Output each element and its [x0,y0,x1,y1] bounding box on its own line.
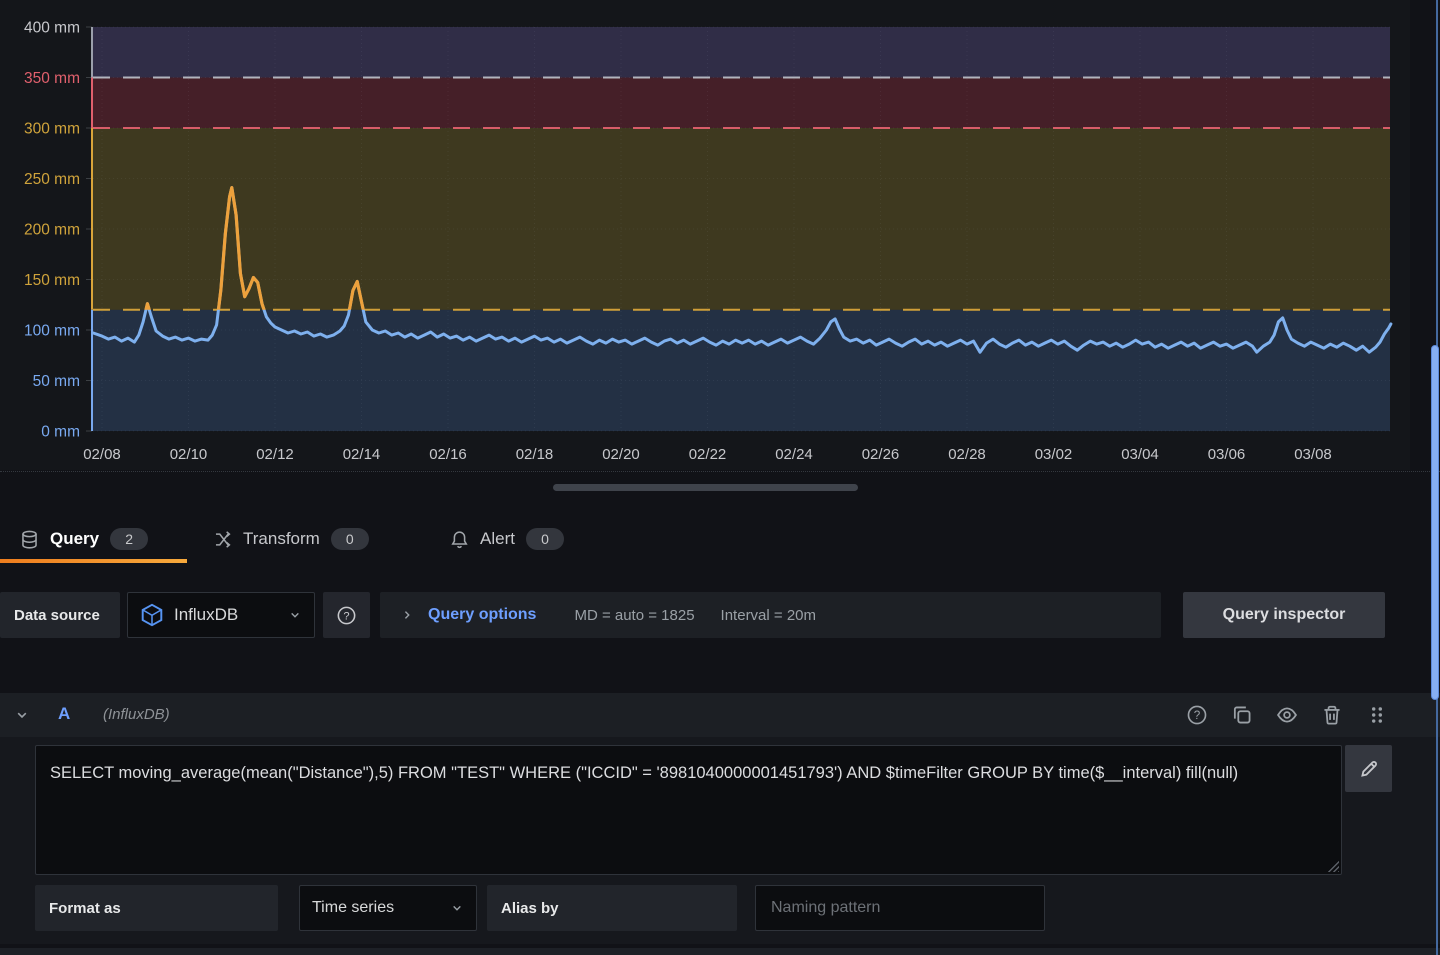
next-query-row-edge [0,948,1440,955]
copy-icon[interactable] [1231,704,1253,726]
tab-query-count-badge: 2 [110,528,148,550]
query-row-header[interactable]: A (InfluxDB) ? [0,693,1440,737]
eye-icon[interactable] [1276,704,1298,726]
editor-tabbar: Query 2 Transform 0 Alert 0 [0,515,1440,563]
tab-transform[interactable]: Transform 0 [213,515,369,563]
help-circle-icon[interactable]: ? [1186,704,1208,726]
query-ref-id: A [58,704,70,724]
y-tick-label: 200 mm [24,222,80,239]
format-as-select[interactable]: Time series [299,885,477,931]
query-editor-row-a: A (InfluxDB) ? SELECT moving_average(mea… [0,693,1440,944]
tab-query-label: Query [50,529,99,549]
trash-icon[interactable] [1321,704,1343,726]
threshold-band [93,78,1390,129]
grafana-panel-editor: 02/08 02/10 02/12 02/14 02/16 02/18 02/20 02/22… [0,0,1440,955]
tab-transform-count-badge: 0 [331,528,369,550]
chevron-right-icon [400,608,414,622]
influxdb-logo-icon [140,603,164,627]
x-tick-label: 03/04 [1121,446,1159,463]
x-tick-label: 02/22 [689,446,727,463]
pencil-icon [1358,758,1380,780]
format-as-value: Time series [312,899,450,917]
x-tick-label: 02/16 [429,446,467,463]
threshold-band [93,128,1390,310]
datasource-label: Data source [0,592,120,638]
panel-resize-handle[interactable] [553,484,858,491]
x-tick-label: 02/12 [256,446,294,463]
x-tick-label: 02/28 [948,446,986,463]
alias-by-input[interactable] [769,898,1031,918]
bell-icon [450,530,469,549]
y-tick-label: 50 mm [33,373,80,390]
query-inspector-button[interactable]: Query inspector [1183,592,1385,638]
y-tick-label: 0 mm [41,424,80,441]
chevron-down-icon[interactable] [14,707,30,723]
timeseries-chart[interactable]: 02/08 02/10 02/12 02/14 02/16 02/18 02/20 02/22… [0,0,1440,470]
x-tick-label: 02/10 [170,446,208,463]
x-tick-label: 03/06 [1208,446,1246,463]
chevron-down-icon [450,901,464,915]
tab-transform-label: Transform [243,529,320,549]
vertical-scrollbar-thumb[interactable] [1431,345,1439,700]
x-tick-label: 02/20 [602,446,640,463]
x-tick-label: 02/14 [343,446,381,463]
x-tick-label: 02/18 [516,446,554,463]
query-options-bar[interactable]: Query options MD = auto = 1825 Interval … [380,592,1161,638]
alias-by-input-wrap [755,885,1045,931]
y-tick-label: 100 mm [24,323,80,340]
chevron-down-icon [288,608,302,622]
drag-handle-icon[interactable] [1366,704,1388,726]
svg-text:?: ? [1194,709,1201,722]
x-tick-label: 03/02 [1035,446,1073,463]
query-datasource-hint: (InfluxDB) [103,706,170,723]
format-as-label: Format as [35,885,278,931]
x-tick-label: 02/08 [83,446,121,463]
influxql-query-input[interactable]: SELECT moving_average(mean("Distance"),5… [35,745,1342,875]
datasource-picker[interactable]: InfluxDB [127,592,315,638]
y-tick-label: 350 mm [24,70,80,87]
alias-by-label: Alias by [487,885,737,931]
max-data-points-value: MD = auto = 1825 [574,607,694,624]
transform-icon [213,530,232,549]
y-tick-label: 300 mm [24,121,80,138]
tab-alert-label: Alert [480,529,515,549]
datasource-selected-value: InfluxDB [174,605,278,625]
timeseries-panel: 02/08 02/10 02/12 02/14 02/16 02/18 02/20 02/22… [0,0,1410,470]
y-tick-label: 250 mm [24,171,80,188]
datasource-help-button[interactable]: ? [323,592,370,638]
panel-divider [0,471,1440,472]
help-circle-icon: ? [336,605,357,626]
tab-query[interactable]: Query 2 [20,515,148,563]
interval-value: Interval = 20m [721,607,816,624]
active-tab-underline [0,559,187,563]
x-tick-label: 03/08 [1294,446,1332,463]
tab-alert-count-badge: 0 [526,528,564,550]
svg-text:?: ? [343,610,349,622]
tab-alert[interactable]: Alert 0 [450,515,564,563]
query-row-actions: ? [1186,693,1388,737]
y-tick-label: 400 mm [24,20,80,37]
query-options-label: Query options [428,606,536,624]
y-tick-label: 150 mm [24,272,80,289]
edit-query-button[interactable] [1345,745,1392,792]
threshold-band [93,310,1390,431]
database-icon [20,530,39,549]
threshold-band [93,27,1390,78]
x-tick-label: 02/26 [862,446,900,463]
x-tick-label: 02/24 [775,446,813,463]
